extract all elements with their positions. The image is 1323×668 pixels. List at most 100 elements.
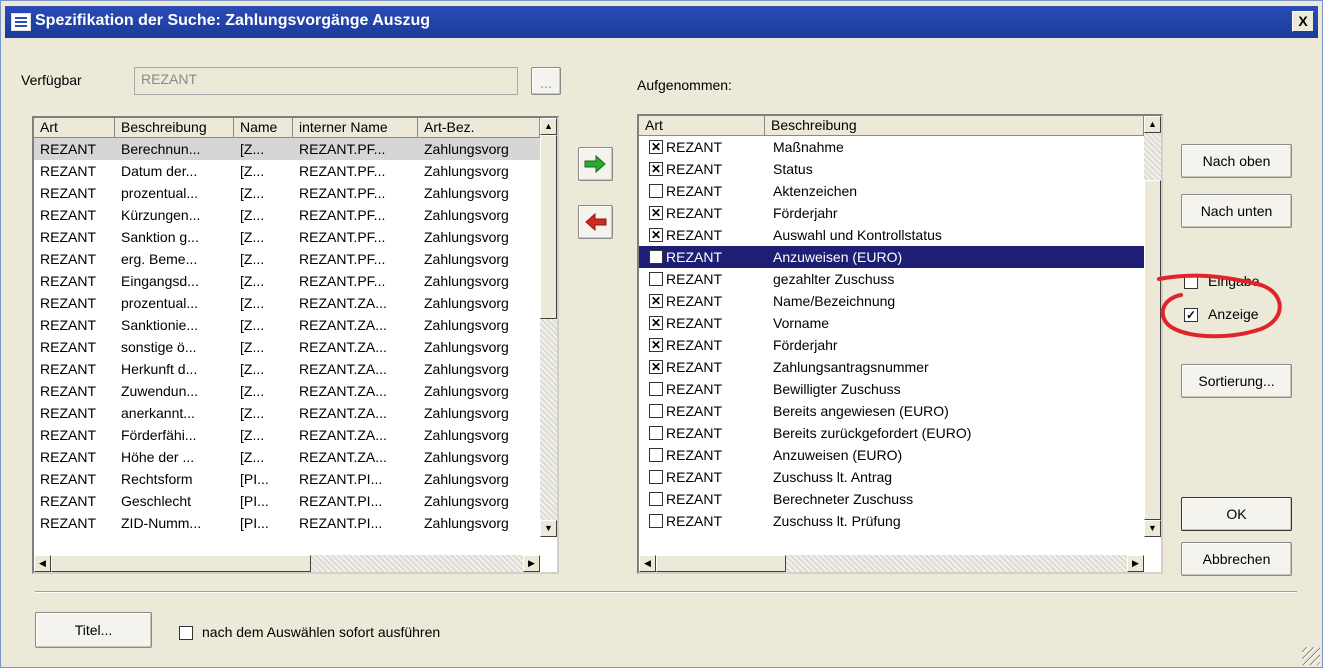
table-row[interactable]: REZANT Herkunft d... [Z... REZANT.ZA... Zahl… [34, 358, 540, 380]
list-item[interactable]: ✕ REZANT Vorname [639, 312, 1144, 334]
ok-button[interactable]: OK [1181, 497, 1292, 531]
row-checkbox[interactable] [649, 382, 663, 396]
scroll-left-icon[interactable]: ◀ [639, 555, 656, 572]
row-checkbox[interactable]: ✕ [649, 338, 663, 352]
list-item[interactable]: REZANT Bewilligter Zuschuss [639, 378, 1144, 400]
list-item[interactable]: ✕ REZANT Maßnahme [639, 136, 1144, 158]
scroll-thumb[interactable] [540, 135, 557, 319]
browse-button[interactable]: ... [531, 67, 561, 95]
run-immediately-label: nach dem Auswählen sofort ausführen [202, 624, 441, 640]
row-checkbox[interactable] [649, 470, 663, 484]
table-cell: [Z... [240, 141, 265, 157]
scroll-up-icon[interactable]: ▲ [540, 118, 557, 135]
list-item[interactable]: REZANT Berechneter Zuschuss [639, 488, 1144, 510]
list-item[interactable]: ✕ REZANT Förderjahr [639, 334, 1144, 356]
table-row[interactable]: REZANT Datum der... [Z... REZANT.PF... Zahlu… [34, 160, 540, 182]
row-checkbox[interactable]: ✕ [649, 162, 663, 176]
row-checkbox[interactable] [649, 426, 663, 440]
table-row[interactable]: REZANT Zuwendun... [Z... REZANT.ZA... Zahlun… [34, 380, 540, 402]
run-immediately-checkbox[interactable] [179, 626, 193, 640]
col-header-art-bez[interactable]: Art-Bez. [418, 118, 540, 138]
row-checkbox[interactable] [649, 250, 663, 264]
list-item[interactable]: REZANT Bereits angewiesen (EURO) [639, 400, 1144, 422]
cancel-button[interactable]: Abbrechen [1181, 542, 1292, 576]
table-row[interactable]: REZANT Sanktion g... [Z... REZANT.PF... Zahl… [34, 226, 540, 248]
row-checkbox[interactable] [649, 448, 663, 462]
table-row[interactable]: REZANT sonstige ö... [Z... REZANT.ZA... Zahl… [34, 336, 540, 358]
table-row[interactable]: REZANT Rechtsform [PI... REZANT.PI... Zahlun… [34, 468, 540, 490]
table-row[interactable]: REZANT Geschlecht [PI... REZANT.PI... Zahlun… [34, 490, 540, 512]
move-down-button[interactable]: Nach unten [1181, 194, 1292, 228]
list-item[interactable]: ✕ REZANT Auswahl und Kontrollstatus [639, 224, 1144, 246]
scroll-up-icon[interactable]: ▲ [1144, 116, 1161, 133]
sel-col-header-art[interactable]: Art [639, 116, 765, 136]
row-checkbox[interactable] [649, 272, 663, 286]
list-item[interactable]: REZANT Zuschuss lt. Antrag [639, 466, 1144, 488]
sort-button[interactable]: Sortierung... [1181, 364, 1292, 398]
table-row[interactable]: REZANT Berechnun... [Z... REZANT.PF... Zahlu… [34, 138, 540, 160]
title-bar[interactable]: Spezifikation der Suche: Zahlungsvorgäng… [5, 6, 1318, 38]
list-item[interactable]: ✕ REZANT Status [639, 158, 1144, 180]
list-item[interactable]: REZANT Bereits zurückgefordert (EURO) [639, 422, 1144, 444]
list-item[interactable]: ✕ REZANT Name/Bezeichnung [639, 290, 1144, 312]
list-item[interactable]: REZANT Aktenzeichen [639, 180, 1144, 202]
scroll-down-icon[interactable]: ▼ [1144, 520, 1161, 537]
arrow-left-icon [585, 212, 607, 232]
col-header-name[interactable]: Name [234, 118, 293, 138]
scroll-thumb-h[interactable] [656, 555, 786, 572]
table-cell: anerkannt... [121, 405, 195, 421]
list-item[interactable]: ✕ REZANT Förderjahr [639, 202, 1144, 224]
col-header-beschreibung[interactable]: Beschreibung [115, 118, 234, 138]
table-row[interactable]: REZANT Sanktionie... [Z... REZANT.ZA... Zahl… [34, 314, 540, 336]
list-item[interactable]: REZANT Anzuweisen (EURO) [639, 246, 1144, 268]
scroll-right-icon[interactable]: ▶ [1127, 555, 1144, 572]
selected-list[interactable]: Art Beschreibung ✕ REZANT Maßnahme ✕ REZANT S… [637, 114, 1163, 574]
table-row[interactable]: REZANT Höhe der ... [Z... REZANT.ZA... Zahlu… [34, 446, 540, 468]
available-hscrollbar[interactable]: ◀ ▶ [34, 555, 540, 572]
list-item[interactable]: REZANT Anzuweisen (EURO) [639, 444, 1144, 466]
table-row[interactable]: REZANT prozentual... [Z... REZANT.PF... Zahl… [34, 182, 540, 204]
col-header-art[interactable]: Art [34, 118, 115, 138]
row-checkbox[interactable]: ✕ [649, 294, 663, 308]
resize-grip[interactable] [1302, 647, 1320, 665]
table-row[interactable]: REZANT Kürzungen... [Z... REZANT.PF... Zahlu… [34, 204, 540, 226]
add-arrow-button[interactable] [578, 147, 613, 181]
list-item[interactable]: REZANT gezahlter Zuschuss [639, 268, 1144, 290]
available-vscrollbar[interactable]: ▲ ▼ [540, 118, 557, 537]
close-button[interactable]: X [1292, 11, 1314, 32]
table-row[interactable]: REZANT Eingangsd... [Z... REZANT.PF... Zahlu… [34, 270, 540, 292]
table-row[interactable]: REZANT erg. Beme... [Z... REZANT.PF... Zahlu… [34, 248, 540, 270]
scroll-down-icon[interactable]: ▼ [540, 520, 557, 537]
table-cell: [Z... [240, 163, 265, 179]
table-row[interactable]: REZANT prozentual... [Z... REZANT.ZA... Zahl… [34, 292, 540, 314]
row-checkbox[interactable]: ✕ [649, 228, 663, 242]
scroll-right-icon[interactable]: ▶ [523, 555, 540, 572]
row-checkbox[interactable] [649, 492, 663, 506]
selected-hscrollbar[interactable]: ◀ ▶ [639, 555, 1144, 572]
row-checkbox[interactable] [649, 404, 663, 418]
row-checkbox[interactable]: ✕ [649, 140, 663, 154]
remove-arrow-button[interactable] [578, 205, 613, 239]
row-checkbox[interactable]: ✕ [649, 206, 663, 220]
row-checkbox[interactable] [649, 184, 663, 198]
available-list[interactable]: Art Beschreibung Name interner Name Art-… [32, 116, 559, 574]
row-art: REZANT [666, 403, 722, 419]
scroll-thumb-h[interactable] [51, 555, 311, 572]
table-row[interactable]: REZANT anerkannt... [Z... REZANT.ZA... Zahlu… [34, 402, 540, 424]
available-filter-field[interactable]: REZANT [134, 67, 518, 95]
move-up-button[interactable]: Nach oben [1181, 144, 1292, 178]
scroll-thumb[interactable] [1144, 180, 1161, 520]
table-row[interactable]: REZANT Förderfähi... [Z... REZANT.ZA... Zahl… [34, 424, 540, 446]
col-header-interner-name[interactable]: interner Name [293, 118, 418, 138]
row-checkbox[interactable]: ✕ [649, 316, 663, 330]
sel-col-header-beschreibung[interactable]: Beschreibung [765, 116, 1144, 136]
list-item[interactable]: ✕ REZANT Zahlungsantragsnummer [639, 356, 1144, 378]
row-checkbox[interactable]: ✕ [649, 360, 663, 374]
list-item[interactable]: REZANT Zuschuss lt. Prüfung [639, 510, 1144, 532]
scroll-left-icon[interactable]: ◀ [34, 555, 51, 572]
table-cell: [Z... [240, 251, 265, 267]
available-rows: REZANT Berechnun... [Z... REZANT.PF... Zahlu… [34, 138, 540, 534]
row-checkbox[interactable] [649, 514, 663, 528]
title-button[interactable]: Titel... [35, 612, 152, 648]
table-row[interactable]: REZANT ZID-Numm... [PI... REZANT.PI... Zahlu… [34, 512, 540, 534]
